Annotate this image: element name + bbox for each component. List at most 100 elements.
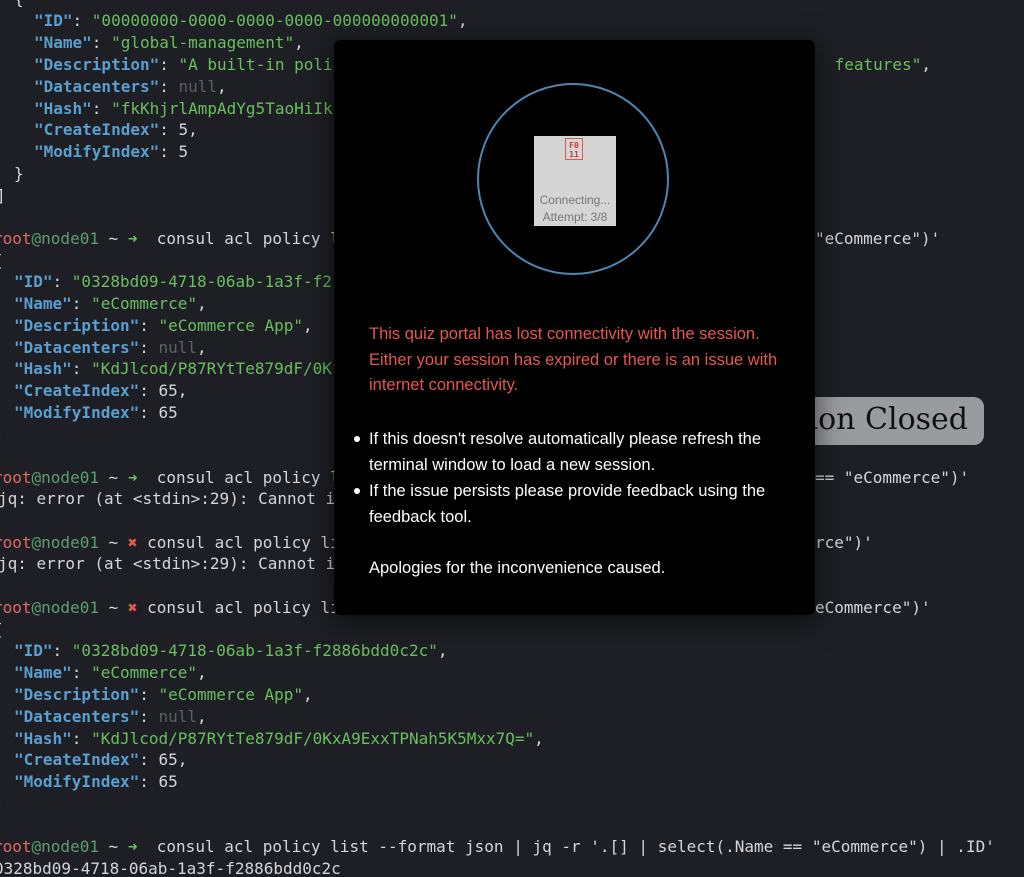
command-text: consul acl policy li — [137, 533, 340, 552]
command-output: 0328bd09-4718-06ab-1a3f-f2886bdd0c2c — [0, 859, 341, 877]
json-value: "00000000-0000-0000-0000-000000000001" — [91, 11, 458, 30]
command-text: rce")' — [815, 533, 873, 552]
terminal-line: "Datacenters": null, — [34, 77, 227, 96]
apology-text: Apologies for the inconvenience caused. — [369, 559, 666, 577]
json-null: null — [178, 77, 218, 96]
prompt-host: @node01 — [31, 837, 99, 856]
json-key: "Description" — [34, 55, 160, 74]
prompt-user: root — [0, 598, 32, 617]
prompt-success-arrow-icon: ➜ — [127, 468, 138, 487]
json-value: "KdJlcod/P87RYtTe879dF/0KxA9ExxTPNah5K5M… — [91, 729, 535, 748]
terminal-line: jq: error (at <stdin>:29): Cannot i — [0, 553, 335, 575]
json-key: "CreateIndex" — [34, 120, 160, 139]
tip-item: If the issue persists please provide fee… — [354, 478, 799, 530]
terminal-line: "ID": "00000000-0000-0000-0000-000000000… — [34, 11, 468, 30]
terminal-line: "ID": "0328bd09-4718-06ab-1a3f-f2886bdd0… — [14, 641, 448, 660]
json-number: 65 — [158, 750, 178, 769]
json-key: "ID" — [14, 641, 53, 660]
json-bracket: ] — [0, 794, 4, 813]
prompt-dir: ~ — [98, 468, 128, 487]
json-value: "eCommerce App" — [158, 316, 304, 335]
json-key: "Name" — [14, 663, 72, 682]
prompt-dir: ~ — [98, 229, 128, 248]
command-text: consul acl policy list --format json | j… — [137, 837, 995, 856]
json-value: features" — [825, 55, 922, 74]
json-number: 5 — [178, 142, 189, 161]
error-message: This quiz portal has lost connectivity w… — [369, 325, 778, 394]
prompt-host: @node01 — [31, 468, 99, 487]
json-key: "ModifyIndex" — [14, 403, 140, 422]
terminal-line: "CreateIndex": 5, — [34, 120, 198, 139]
json-key: "Name" — [14, 294, 72, 313]
prompt-error-x-icon: ✖ — [127, 598, 138, 617]
json-key: "Description" — [14, 316, 140, 335]
terminal-prompt-line: root@node01 ~ ✖ consul acl policy li — [0, 532, 340, 554]
connection-status-box: F0 11 Connecting... Attempt: 3/8 — [534, 136, 616, 226]
command-text: eCommerce")' — [815, 598, 931, 617]
json-key: "ID" — [34, 11, 73, 30]
terminal-line: ] — [0, 185, 6, 207]
broken-image-icon: F0 11 — [565, 138, 583, 160]
json-key: "Hash" — [14, 729, 72, 748]
prompt-host: @node01 — [31, 598, 99, 617]
terminal-line: jq: error (at <stdin>:29): Cannot i — [0, 488, 335, 510]
json-number: 65 — [158, 772, 178, 791]
json-key: "Hash" — [14, 359, 72, 378]
prompt-error-x-icon: ✖ — [127, 533, 138, 552]
terminal-line: "ModifyIndex": 65 — [14, 772, 178, 791]
terminal-line: "Name": "eCommerce", — [14, 294, 207, 313]
json-number: 65 — [158, 381, 178, 400]
terminal-line: "Hash": "KdJlcod/P87RYtTe879dF/0K — [14, 359, 332, 378]
command-text: consul acl policy l — [137, 468, 340, 487]
terminal-line: "Name": "eCommerce", — [14, 663, 207, 682]
tip-item: If this doesn't resolve automatically pl… — [354, 426, 799, 478]
json-key: "Description" — [14, 685, 140, 704]
terminal-line: "Datacenters": null, — [14, 338, 207, 357]
terminal-line: "ModifyIndex": 65 — [14, 403, 178, 422]
json-value: "fkKhjrlAmpAdYg5TaoHiIk — [111, 99, 333, 118]
terminal-line: { — [14, 0, 24, 10]
terminal-line: "Datacenters": null, — [14, 707, 207, 726]
terminal-line: "Hash": "KdJlcod/P87RYtTe879dF/0KxA9ExxT… — [14, 729, 544, 748]
json-key: "CreateIndex" — [14, 381, 140, 400]
error-text: jq: error (at <stdin>:29): Cannot i — [0, 554, 336, 573]
json-key: "Datacenters" — [14, 707, 140, 726]
terminal-line: [ — [0, 619, 4, 641]
terminal-line: "ID": "0328bd09-4718-06ab-1a3f-f2 — [14, 272, 332, 291]
connectivity-lost-modal: F0 11 Connecting... Attempt: 3/8 This qui… — [334, 40, 815, 615]
prompt-user: root — [0, 229, 32, 248]
terminal-line: } — [14, 163, 24, 185]
json-key: "Datacenters" — [34, 77, 160, 96]
terminal-line-fragment: "eCommerce")' — [815, 228, 940, 250]
terminal-line: "Hash": "fkKhjrlAmpAdYg5TaoHiIk — [34, 99, 333, 118]
terminal-line-fragment: eCommerce")' — [815, 597, 931, 619]
terminal-prompt-line: root@node01 ~ ➜ consul acl policy list -… — [0, 836, 995, 858]
json-value: "eCommerce" — [91, 663, 198, 682]
terminal-line: ] — [0, 424, 4, 446]
json-number: 65 — [158, 403, 178, 422]
command-text: "eCommerce")' — [815, 229, 941, 248]
terminal-line: 0328bd09-4718-06ab-1a3f-f2886bdd0c2c — [0, 858, 341, 877]
terminal-line: [ — [0, 250, 4, 272]
json-bracket: [ — [0, 251, 4, 270]
json-bracket: ] — [0, 425, 4, 444]
attempt-counter: Attempt: 3/8 — [542, 210, 608, 224]
json-bracket: [ — [0, 620, 4, 639]
json-value: "KdJlcod/P87RYtTe879dF/0K — [91, 359, 332, 378]
terminal-line: "Description": "eCommerce App", — [14, 316, 313, 335]
prompt-success-arrow-icon: ➜ — [127, 837, 138, 856]
connecting-text: Connecting... — [539, 193, 611, 207]
terminal-line: "ModifyIndex": 5 — [34, 142, 189, 161]
terminal-line: "CreateIndex": 65, — [14, 750, 188, 769]
json-value: "0328bd09-4718-06ab-1a3f-f2 — [71, 272, 332, 291]
terminal-line: "Name": "global-management", — [34, 33, 304, 52]
terminal-line-fragment: == "eCommerce")' — [815, 467, 969, 489]
prompt-host: @node01 — [31, 229, 99, 248]
terminal-line: "CreateIndex": 65, — [14, 381, 188, 400]
terminal-prompt-line: root@node01 ~ ➜ consul acl policy l — [0, 228, 340, 250]
json-value: "0328bd09-4718-06ab-1a3f-f2886bdd0c2c" — [71, 641, 438, 660]
prompt-success-arrow-icon: ➜ — [127, 229, 138, 248]
terminal-prompt-line: root@node01 ~ ✖ consul acl policy li — [0, 597, 340, 619]
help-tips-list: If this doesn't resolve automatically pl… — [354, 426, 799, 530]
prompt-dir: ~ — [98, 837, 128, 856]
